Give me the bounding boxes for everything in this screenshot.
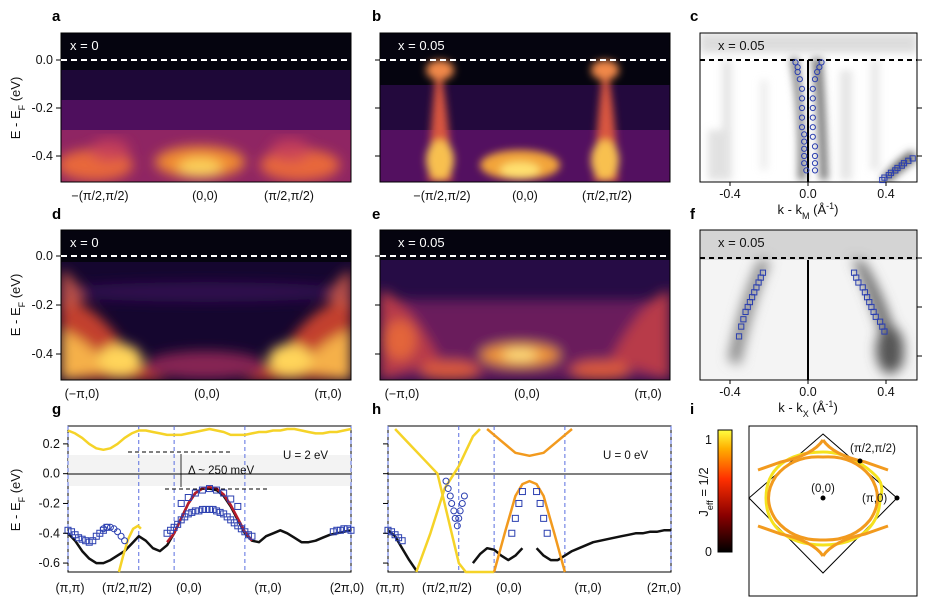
- panel-a-yticks: 0.0 -0.2 -0.4: [31, 53, 61, 163]
- panel-d-annotation: x = 0: [70, 235, 99, 250]
- panel-h-xtick-1: (π/2,π/2): [422, 581, 472, 595]
- panel-b-heatmap: [380, 33, 670, 182]
- panel-g-yticks: 0.2 0.0 -0.2 -0.4 -0.6: [38, 437, 68, 570]
- panel-letter-f: f: [690, 206, 696, 223]
- panel-g-annotation-u: U = 2 eV: [283, 450, 328, 462]
- panel-g-ylabel: E - EF (eV): [8, 469, 27, 532]
- panel-i-colorbar-label: Jeff = 1/2: [696, 467, 715, 516]
- panel-d-heatmap: [61, 230, 351, 380]
- panel-d-xtick-2: (π,0): [314, 387, 341, 401]
- panel-letter-c: c: [690, 8, 698, 25]
- panel-b-xtick-2: (π/2,π/2): [582, 189, 632, 203]
- panel-letter-h: h: [372, 401, 381, 418]
- panel-c-xtick-0: -0.4: [719, 187, 741, 201]
- panel-a-annotation: x = 0: [70, 38, 99, 53]
- panel-i-point-gamma: [820, 495, 826, 501]
- panel-a-xtick-0: −(π/2,π/2): [71, 189, 128, 203]
- panel-b-xtick-1: (0,0): [512, 189, 538, 203]
- panel-f-xlabel: k - kX (Å-1): [778, 399, 838, 419]
- panel-h: U = 0 eV (π,π) (π/2,π/2) (0,0) (π,0) (2π…: [375, 425, 681, 595]
- panel-i-label-m: (π/2,π/2): [850, 443, 896, 455]
- panel-i-colorbar: [717, 429, 733, 553]
- panel-g-xtick-0: (π,π): [55, 581, 84, 595]
- panel-i: 1 0 Jeff = 1/2 (0,0) (π/2,π/2) (π,0): [696, 425, 918, 597]
- panel-letter-g: g: [52, 401, 61, 418]
- panel-letter-a: a: [52, 8, 61, 25]
- panel-h-yticks: [383, 443, 388, 564]
- panel-i-label-gamma: (0,0): [811, 483, 835, 495]
- panel-e-xtick-1: (0,0): [514, 387, 540, 401]
- panel-d: x = 0 0.0 -0.2 -0.4 E - EF (eV) (−π,0) (…: [8, 229, 352, 401]
- panel-a-ylabel: E - EF (eV): [8, 77, 27, 140]
- panel-d-ytick-2: -0.4: [31, 347, 53, 361]
- panel-a-xtick-1: (0,0): [192, 189, 218, 203]
- panel-e-xtick-0: (−π,0): [385, 387, 420, 401]
- panel-a-xtick-2: (π/2,π/2): [264, 189, 314, 203]
- panel-i-label-x: (π,0): [862, 493, 887, 505]
- panel-i-point-x: [894, 495, 900, 501]
- panel-e-heatmap: [380, 230, 670, 380]
- panel-f-annotation: x = 0.05: [718, 235, 765, 250]
- panel-a-ytick-2: -0.4: [31, 149, 53, 163]
- figure-canvas: a b c d e f g h i x = 0 0.0 -0.2 -0.4 E …: [8, 8, 922, 597]
- panel-h-xtick-3: (π,0): [574, 581, 601, 595]
- panel-e-annotation: x = 0.05: [398, 235, 445, 250]
- panel-c: x = 0.05 -0.4 0.0 0.4 k - kM (Å-1): [699, 32, 922, 221]
- panel-e: x = 0.05 (−π,0) (0,0) (π,0): [375, 229, 671, 401]
- y-tick-label: -0.6: [38, 556, 60, 570]
- panel-d-ytick-0: 0.0: [36, 249, 53, 263]
- y-tick-label: 0.2: [43, 437, 60, 451]
- panel-d-ylabel: E - EF (eV): [8, 274, 27, 337]
- panel-i-point-m: [857, 458, 863, 464]
- panel-a: x = 0 0.0 -0.2 -0.4 E - EF (eV) −(π/2,π/…: [8, 32, 352, 203]
- panel-a-ytick-0: 0.0: [36, 53, 53, 67]
- panel-b: x = 0.05 −(π/2,π/2) (0,0) (π/2,π/2): [375, 32, 671, 203]
- panel-letter-b: b: [372, 8, 381, 25]
- panel-c-xlabel: k - kM (Å-1): [777, 201, 838, 221]
- panel-g: U = 2 eV Δ ~ 250 meV 0.20.0-0.2-0.4-0.6 …: [8, 425, 364, 595]
- panel-f: x = 0.05 -0.4 0.0 0.4 k - kX (Å-1): [699, 229, 922, 419]
- y-tick-label: -0.4: [38, 526, 60, 540]
- panel-d-xtick-1: (0,0): [194, 387, 220, 401]
- panel-a-heatmap: [61, 33, 351, 182]
- panel-g-xtick-2: (0,0): [176, 581, 202, 595]
- panel-f-xtick-1: 0.0: [799, 385, 816, 399]
- panel-f-xtick-2: 0.4: [877, 385, 894, 399]
- panel-d-xtick-0: (−π,0): [65, 387, 100, 401]
- panel-h-xtick-2: (0,0): [496, 581, 522, 595]
- panel-letter-i: i: [690, 401, 694, 418]
- panel-a-ytick-1: -0.2: [31, 101, 53, 115]
- panel-g-xtick-4: (2π,0): [330, 581, 364, 595]
- panel-letter-d: d: [52, 206, 61, 223]
- panel-letter-e: e: [372, 206, 380, 223]
- panel-c-annotation: x = 0.05: [718, 38, 765, 53]
- panel-i-colorbar-tick-1: 1: [705, 433, 712, 447]
- panel-f-xtick-0: -0.4: [719, 385, 741, 399]
- panel-g-xtick-1: (π/2,π/2): [102, 581, 152, 595]
- y-tick-label: -0.2: [38, 496, 60, 510]
- panel-d-ytick-1: -0.2: [31, 298, 53, 312]
- panel-h-xtick-4: (2π,0): [647, 581, 681, 595]
- panel-e-xtick-2: (π,0): [634, 387, 661, 401]
- y-tick-label: 0.0: [43, 467, 60, 481]
- panel-h-xtick-0: (π,π): [375, 581, 404, 595]
- panel-g-annotation-gap: Δ ~ 250 meV: [188, 465, 255, 477]
- panel-b-annotation: x = 0.05: [398, 38, 445, 53]
- panel-c-xtick-1: 0.0: [799, 187, 816, 201]
- panel-i-colorbar-tick-0: 0: [705, 545, 712, 559]
- panel-b-xtick-0: −(π/2,π/2): [413, 189, 470, 203]
- panel-c-xtick-2: 0.4: [877, 187, 894, 201]
- panel-h-annotation-u: U = 0 eV: [603, 450, 648, 462]
- panel-g-xtick-3: (π,0): [254, 581, 281, 595]
